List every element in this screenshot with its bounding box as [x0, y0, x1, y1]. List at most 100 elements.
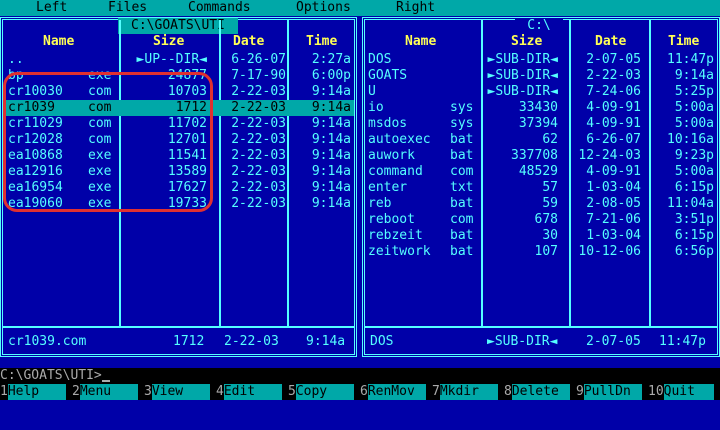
file-ext: bat — [450, 132, 474, 147]
file-row[interactable]: bp exe 24877 7-17-90 6:00p — [3, 68, 354, 84]
file-date: 2-07-05 — [586, 52, 641, 67]
menu-commands[interactable]: Commands — [188, 0, 251, 16]
fkey-label: Quit — [663, 384, 714, 400]
function-key-bar: 1Help 2Menu 3View 4Edit 5Copy 6RenMov 7Mkdir 8D… — [0, 384, 720, 400]
file-row[interactable]: msdos sys 37394 4-09-91 5:00a — [365, 116, 717, 132]
menu-right[interactable]: Right — [396, 0, 435, 16]
file-row[interactable]: ea16954 exe 17627 2-22-03 9:14a — [3, 180, 354, 196]
file-name: .. — [8, 52, 24, 67]
file-time: 6:56p — [674, 244, 714, 259]
header-name[interactable]: Name — [405, 34, 436, 50]
file-date: 2-22-03 — [586, 68, 641, 83]
file-ext: bat — [450, 148, 474, 163]
status-line: DOS ►SUB-DIR◄ 2-07-05 11:47p — [365, 334, 717, 350]
fkey-number: 8 — [504, 384, 512, 399]
file-time: 9:14a — [311, 164, 351, 179]
file-row[interactable]: autoexec bat 62 6-26-07 10:16a — [365, 132, 717, 148]
fkey-copy[interactable]: 5Copy — [288, 384, 354, 400]
file-size: 30 — [542, 228, 558, 243]
file-size: 62 — [542, 132, 558, 147]
file-row[interactable]: enter txt 57 1-03-04 6:15p — [365, 180, 717, 196]
file-row[interactable]: cr1039 com 1712 2-22-03 9:14a — [3, 100, 354, 116]
menu-options[interactable]: Options — [296, 0, 351, 16]
header-time[interactable]: Time — [668, 34, 699, 50]
file-time: 6:15p — [674, 180, 714, 195]
file-name: reb — [368, 196, 392, 211]
command-line[interactable]: C:\GOATS\UTI> — [0, 368, 720, 384]
file-size: 337708 — [511, 148, 558, 163]
status-divider — [3, 326, 354, 328]
file-row[interactable]: ea19060 exe 19733 2-22-03 9:14a — [3, 196, 354, 212]
fkey-view[interactable]: 3View — [144, 384, 210, 400]
file-size: 11541 — [167, 148, 207, 163]
fkey-edit[interactable]: 4Edit — [216, 384, 282, 400]
file-date: 6-26-07 — [231, 52, 286, 67]
file-size: 10703 — [167, 84, 207, 99]
file-name: command — [368, 164, 423, 179]
file-date: 10-12-06 — [578, 244, 641, 259]
file-name: enter — [368, 180, 408, 195]
file-size: ►SUB-DIR◄ — [487, 52, 558, 67]
file-row[interactable]: cr12028 com 12701 2-22-03 9:14a — [3, 132, 354, 148]
file-row[interactable]: reb bat 59 2-08-05 11:04a — [365, 196, 717, 212]
file-row[interactable]: rebzeit bat 30 1-03-04 6:15p — [365, 228, 717, 244]
header-time[interactable]: Time — [306, 34, 337, 50]
fkey-number: 7 — [432, 384, 440, 399]
file-row[interactable]: .. ►UP--DIR◄ 6-26-07 2:27a — [3, 52, 354, 68]
file-row[interactable]: ea12916 exe 13589 2-22-03 9:14a — [3, 164, 354, 180]
file-ext: com — [450, 164, 474, 179]
file-row[interactable]: ea10868 exe 11541 2-22-03 9:14a — [3, 148, 354, 164]
text-cursor — [101, 368, 110, 382]
fkey-renmov[interactable]: 6RenMov — [360, 384, 426, 400]
file-date: 2-22-03 — [231, 116, 286, 131]
file-row[interactable]: cr10030 com 10703 2-22-03 9:14a — [3, 84, 354, 100]
file-date: 7-24-06 — [586, 84, 641, 99]
file-time: 3:51p — [674, 212, 714, 227]
file-time: 10:16a — [667, 132, 714, 147]
fkey-pulldn[interactable]: 9PullDn — [576, 384, 642, 400]
file-ext: bat — [450, 244, 474, 259]
file-ext: com — [88, 84, 112, 99]
file-ext: exe — [88, 148, 112, 163]
fkey-label: PullDn — [583, 384, 642, 400]
header-date[interactable]: Date — [595, 34, 626, 50]
menu-files[interactable]: Files — [108, 0, 147, 16]
file-row[interactable]: command com 48529 4-09-91 5:00a — [365, 164, 717, 180]
header-date[interactable]: Date — [233, 34, 264, 50]
file-date: 7-17-90 — [231, 68, 286, 83]
file-row[interactable]: zeitwork bat 107 10-12-06 6:56p — [365, 244, 717, 260]
file-time: 9:23p — [674, 148, 714, 163]
header-size[interactable]: Size — [511, 34, 542, 50]
file-name: ea12916 — [8, 164, 63, 179]
file-date: 4-09-91 — [586, 100, 641, 115]
file-date: 4-09-91 — [586, 164, 641, 179]
right-panel[interactable]: C:\ Name Size Date Time DOS ►SUB-DIR◄ 2-07… — [362, 17, 720, 357]
file-row[interactable]: reboot com 678 7-21-06 3:51p — [365, 212, 717, 228]
file-row[interactable]: DOS ►SUB-DIR◄ 2-07-05 11:47p — [365, 52, 717, 68]
file-size: 37394 — [518, 116, 558, 131]
file-row[interactable]: GOATS ►SUB-DIR◄ 2-22-03 9:14a — [365, 68, 717, 84]
fkey-menu[interactable]: 2Menu — [72, 384, 138, 400]
menu-left[interactable]: Left — [36, 0, 67, 16]
file-size: 12701 — [167, 132, 207, 147]
file-row[interactable]: cr11029 com 11702 2-22-03 9:14a — [3, 116, 354, 132]
fkey-quit[interactable]: 10Quit — [648, 384, 714, 400]
fkey-help[interactable]: 1Help — [0, 384, 66, 400]
file-row[interactable]: io sys 33430 4-09-91 5:00a — [365, 100, 717, 116]
file-time: 2:27a — [311, 52, 351, 67]
file-date: 2-22-03 — [231, 164, 286, 179]
fkey-label: Edit — [223, 384, 282, 400]
left-panel[interactable]: C:\GOATS\UTI Name Size Date Time .. ►UP--… — [0, 17, 357, 357]
file-name: zeitwork — [368, 244, 431, 259]
fkey-label: RenMov — [367, 384, 426, 400]
fkey-label: Mkdir — [439, 384, 498, 400]
status-time: 11:47p — [659, 334, 706, 349]
header-size[interactable]: Size — [153, 34, 184, 50]
file-row[interactable]: U ►SUB-DIR◄ 7-24-06 5:25p — [365, 84, 717, 100]
fkey-delete[interactable]: 8Delete — [504, 384, 570, 400]
header-name[interactable]: Name — [43, 34, 74, 50]
file-ext: com — [88, 116, 112, 131]
status-line: cr1039.com 1712 2-22-03 9:14a — [3, 334, 354, 350]
fkey-mkdir[interactable]: 7Mkdir — [432, 384, 498, 400]
file-row[interactable]: auwork bat 337708 12-24-03 9:23p — [365, 148, 717, 164]
